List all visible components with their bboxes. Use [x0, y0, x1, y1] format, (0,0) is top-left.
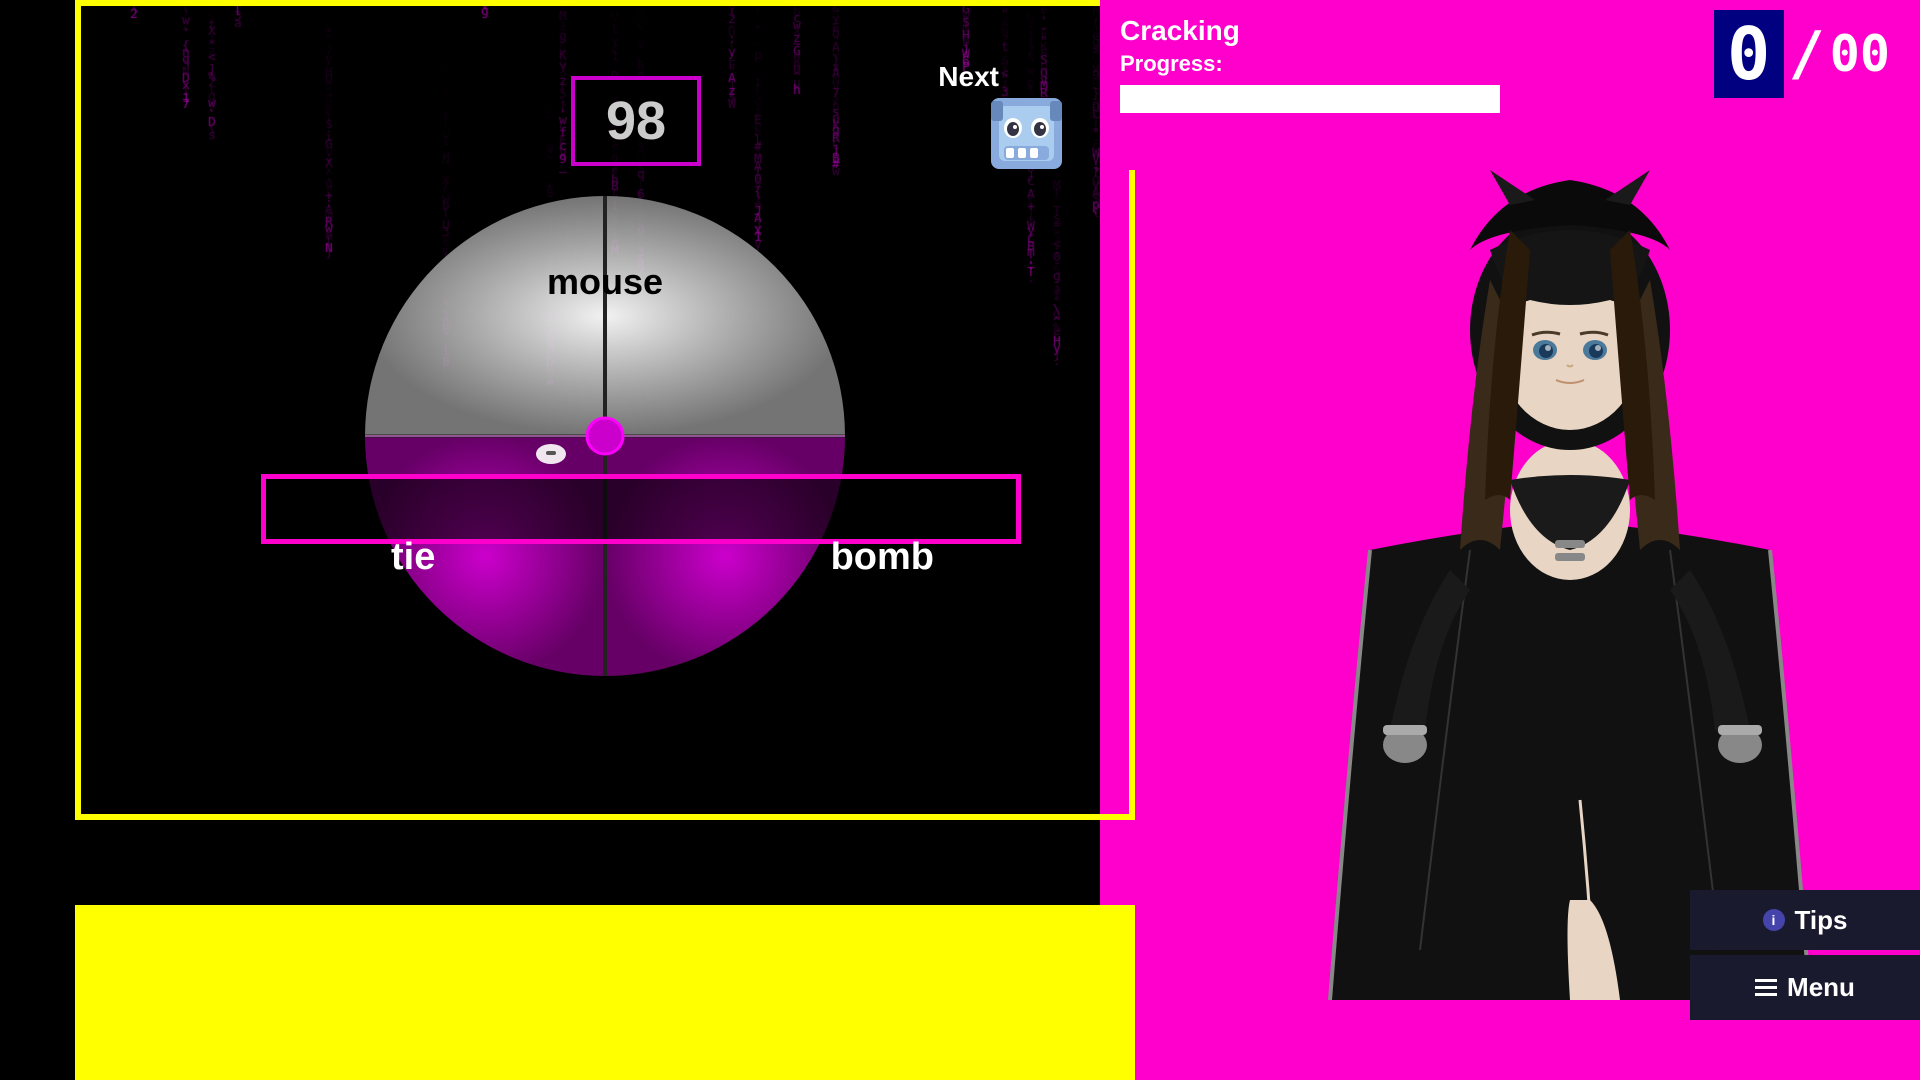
- score-display: 0 / 00: [1714, 10, 1890, 98]
- menu-button[interactable]: Menu: [1690, 955, 1920, 1020]
- computing-power-display: Computing Power: 999 / 999: [200, 1037, 547, 1068]
- menu-icon: [1755, 979, 1777, 996]
- character-figure: [1270, 50, 1870, 1000]
- tips-button[interactable]: i Tips: [1690, 890, 1920, 950]
- answer-input-bar[interactable]: [261, 474, 1021, 544]
- wheel-container: [355, 186, 855, 686]
- info-icon: i: [1763, 909, 1785, 931]
- tips-label: Tips: [1795, 905, 1848, 936]
- score-total: 00: [1830, 25, 1890, 83]
- next-label: Next: [938, 61, 999, 93]
- tie-label: tie: [391, 536, 435, 579]
- bomb-label: bomb: [831, 536, 934, 579]
- score-slash: /: [1789, 19, 1825, 89]
- number-display: 98: [606, 90, 666, 152]
- progress-bar: [1120, 85, 1500, 113]
- menu-label: Menu: [1787, 972, 1855, 1003]
- cursor-icon: [536, 439, 566, 469]
- score-current: 0: [1714, 10, 1784, 98]
- number-box: 98: [571, 76, 701, 166]
- game-area: 98 Next: [75, 0, 1135, 820]
- next-icon: [989, 96, 1064, 171]
